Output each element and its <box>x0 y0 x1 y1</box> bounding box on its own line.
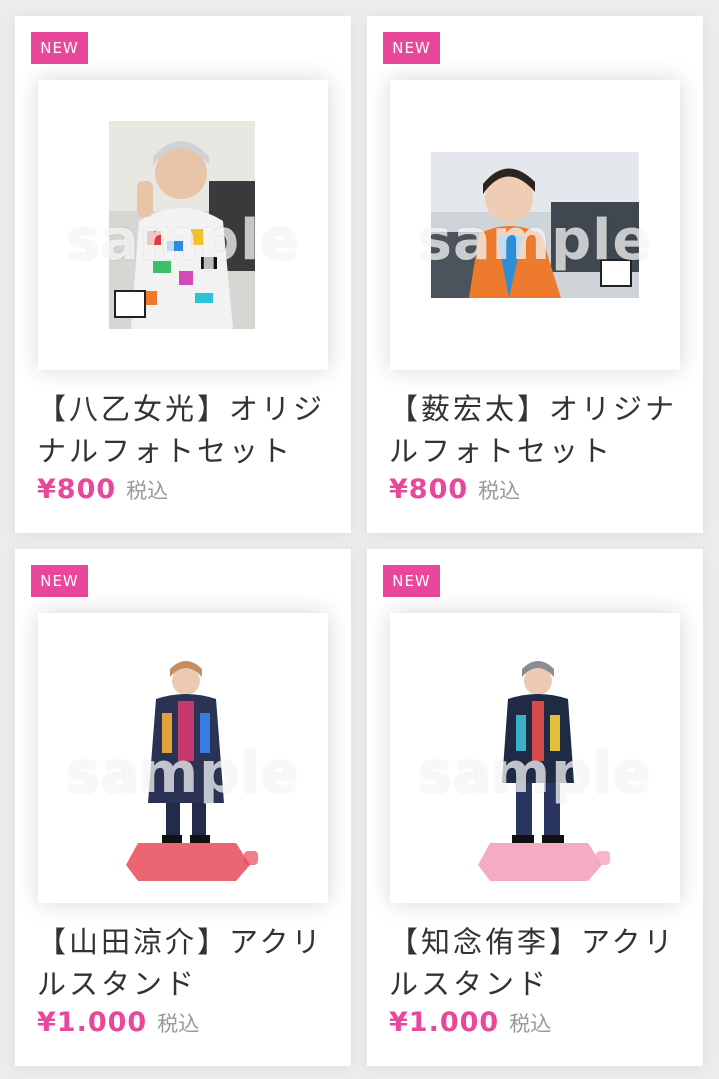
new-badge: NEW <box>383 565 440 597</box>
price-row: ¥800 税込 <box>389 474 520 505</box>
product-price: ¥1.000 <box>37 1007 148 1038</box>
sample-watermark: sample <box>66 741 300 806</box>
product-price: ¥800 <box>389 474 469 505</box>
price-row: ¥800 税込 <box>37 474 168 505</box>
product-image[interactable]: sample <box>38 80 328 370</box>
tax-label: 税込 <box>478 479 521 503</box>
new-badge: NEW <box>383 32 440 64</box>
price-row: ¥1.000 税込 <box>37 1007 199 1038</box>
product-image[interactable]: sample <box>38 613 328 903</box>
product-image[interactable]: sample <box>390 613 680 903</box>
product-card[interactable]: NEW sample 【薮宏太】オリジナルフォトセット ¥800 税込 <box>367 16 703 533</box>
price-row: ¥1.000 税込 <box>389 1007 551 1038</box>
new-badge: NEW <box>31 32 88 64</box>
tax-label: 税込 <box>126 479 169 503</box>
tax-label: 税込 <box>509 1012 552 1036</box>
product-image[interactable]: sample <box>390 80 680 370</box>
product-title[interactable]: 【知念侑李】アクリルスタンド <box>389 921 689 1005</box>
product-price: ¥800 <box>37 474 117 505</box>
product-card[interactable]: NEW sample 【山田涼介】アクリルスタンド ¥1.000 税込 <box>15 549 351 1066</box>
product-price: ¥1.000 <box>389 1007 500 1038</box>
product-title[interactable]: 【山田涼介】アクリルスタンド <box>37 921 337 1005</box>
product-title[interactable]: 【薮宏太】オリジナルフォトセット <box>389 388 689 472</box>
new-badge: NEW <box>31 565 88 597</box>
product-title[interactable]: 【八乙女光】オリジナルフォトセット <box>37 388 337 472</box>
product-card[interactable]: NEW sample 【八乙女光】オリジナルフォトセット ¥800 税込 <box>15 16 351 533</box>
tax-label: 税込 <box>157 1012 200 1036</box>
product-card[interactable]: NEW sample 【知念侑李】アクリルスタンド ¥1.000 税込 <box>367 549 703 1066</box>
sample-watermark: sample <box>66 208 300 273</box>
sample-watermark: sample <box>418 741 652 806</box>
sample-watermark: sample <box>418 208 652 273</box>
